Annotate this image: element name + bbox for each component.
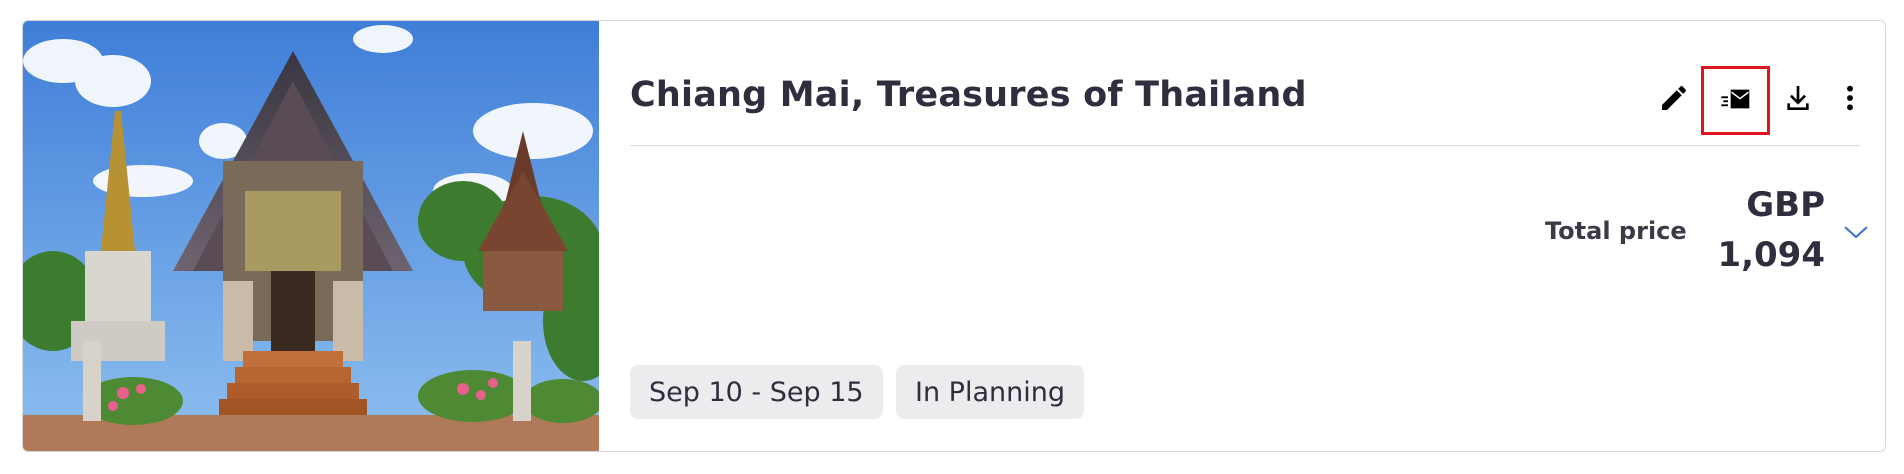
email-button[interactable] (1701, 66, 1770, 135)
more-vert-icon (1834, 82, 1866, 118)
price-amount: 1,094 (1717, 235, 1825, 275)
divider (630, 145, 1860, 146)
dates-tag: Sep 10 - Sep 15 (630, 365, 883, 419)
status-tag: In Planning (896, 365, 1084, 419)
pencil-icon (1658, 82, 1690, 118)
trip-photo (23, 21, 599, 451)
chevron-down-icon (1841, 226, 1871, 251)
email-send-icon (1720, 83, 1752, 119)
price-currency: GBP (1746, 185, 1825, 225)
trip-card[interactable]: Chiang Mai, Treasures of Thailand Total … (22, 20, 1886, 452)
price-expand-button[interactable] (1841, 217, 1871, 247)
total-price-label: Total price (1545, 217, 1687, 245)
more-options-button[interactable] (1823, 73, 1877, 127)
edit-button[interactable] (1647, 73, 1701, 127)
download-icon (1782, 82, 1814, 118)
download-button[interactable] (1771, 73, 1825, 127)
trip-title: Chiang Mai, Treasures of Thailand (630, 75, 1307, 115)
